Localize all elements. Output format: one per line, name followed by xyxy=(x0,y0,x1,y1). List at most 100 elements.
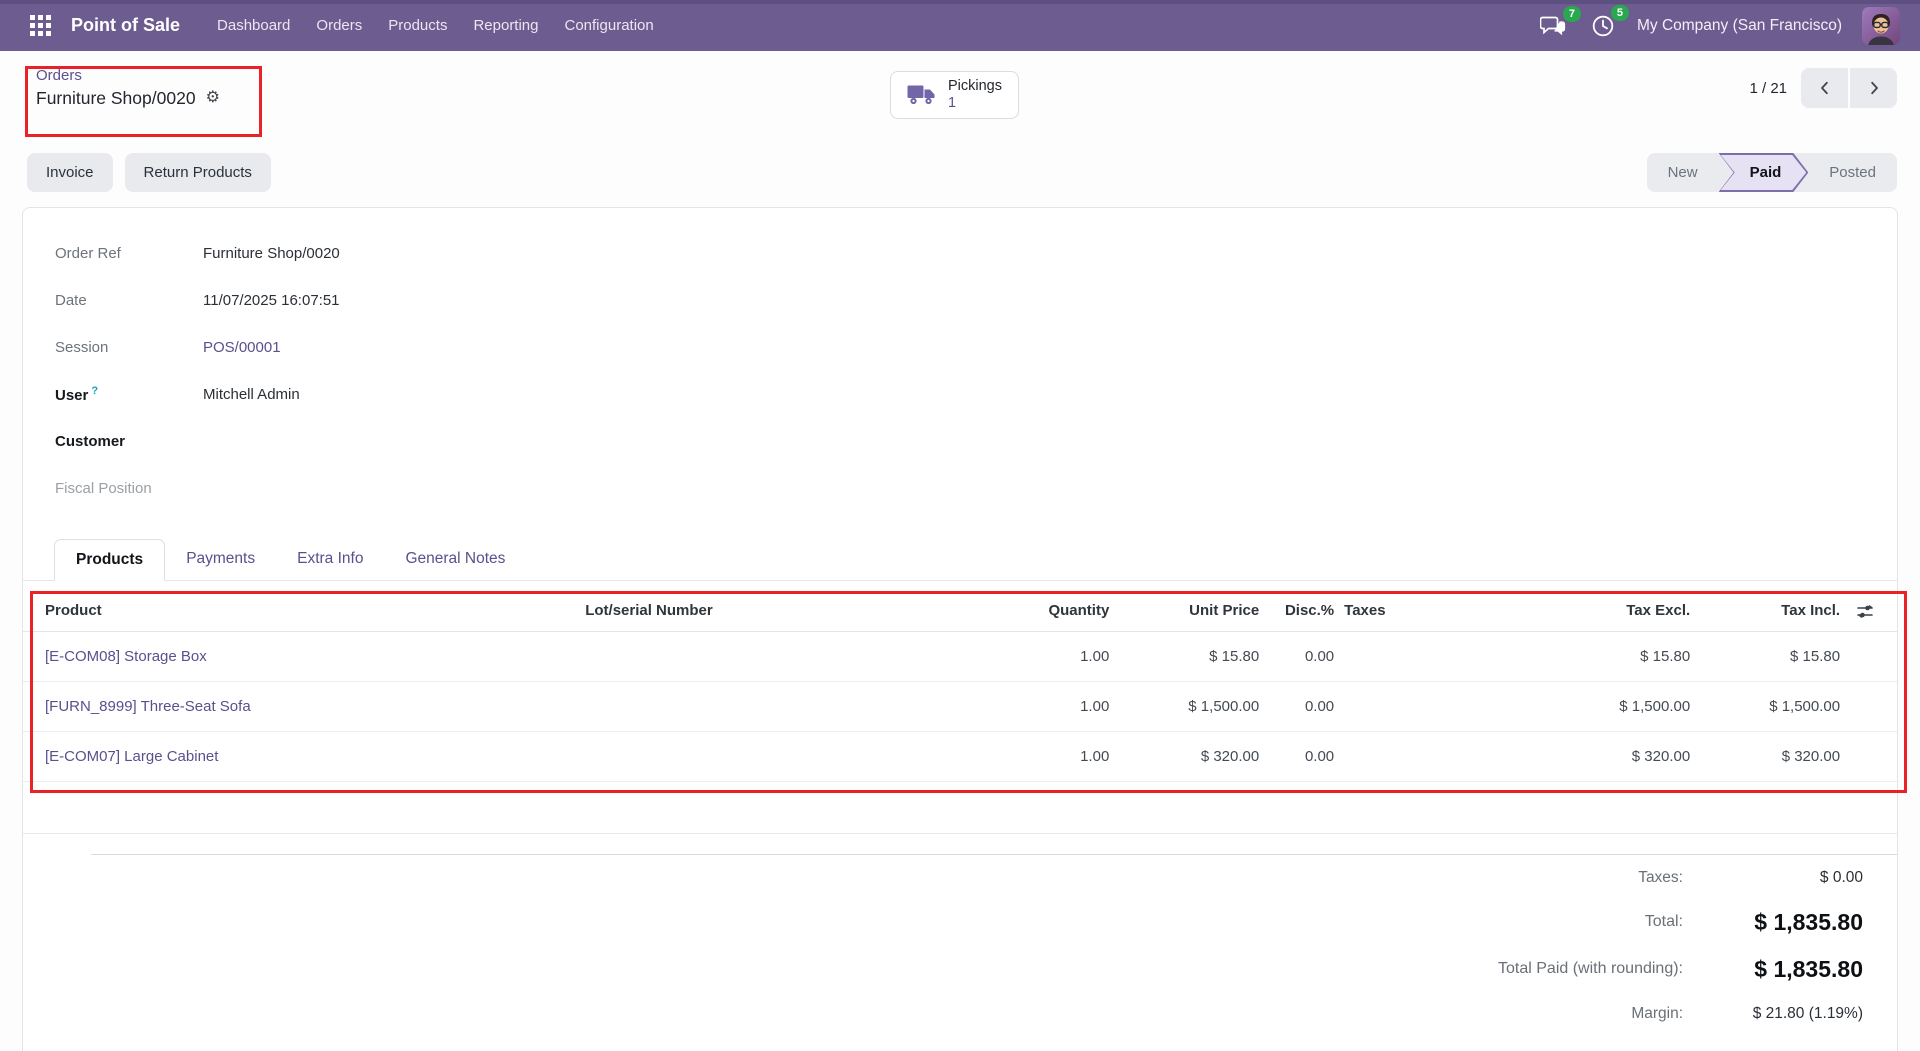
status-paid[interactable]: Paid xyxy=(1719,153,1809,192)
cell-tax-excl: $ 320.00 xyxy=(1550,731,1700,781)
field-user-label: User? xyxy=(55,385,203,404)
table-header-row: Product Lot/serial Number Quantity Unit … xyxy=(23,591,1897,631)
col-lot-serial: Lot/serial Number xyxy=(585,591,979,631)
pager-buttons xyxy=(1801,68,1897,108)
cell-taxes xyxy=(1344,731,1550,781)
status-new[interactable]: New xyxy=(1647,153,1719,192)
pager-previous-button[interactable] xyxy=(1801,68,1848,108)
col-quantity: Quantity xyxy=(979,591,1120,631)
col-tax-excl: Tax Excl. xyxy=(1550,591,1700,631)
cell-options xyxy=(1850,631,1897,681)
user-avatar[interactable] xyxy=(1862,7,1900,45)
status-paid-label: Paid xyxy=(1750,164,1782,181)
field-session: Session POS/00001 xyxy=(23,324,1897,371)
apps-grid-icon xyxy=(30,15,51,36)
cell-tax-incl: $ 15.80 xyxy=(1700,631,1850,681)
field-order-ref-label: Order Ref xyxy=(55,245,203,262)
notebook-tabs: Products Payments Extra Info General Not… xyxy=(23,538,1897,581)
gear-icon[interactable]: ⚙ xyxy=(206,90,220,106)
field-session-label: Session xyxy=(55,339,203,356)
col-unit-price: Unit Price xyxy=(1119,591,1269,631)
cell-options xyxy=(1850,681,1897,731)
chevron-right-icon xyxy=(1865,79,1883,97)
product-link[interactable]: [FURN_8999] Three-Seat Sofa xyxy=(45,698,251,715)
totals-margin: Margin: $ 21.80 (1.19%) xyxy=(23,993,1863,1035)
optional-columns-button[interactable] xyxy=(1856,603,1875,620)
cell-quantity: 1.00 xyxy=(979,681,1120,731)
company-switcher[interactable]: My Company (San Francisco) xyxy=(1637,17,1842,35)
pickings-count: 1 xyxy=(948,95,1002,112)
products-table: Product Lot/serial Number Quantity Unit … xyxy=(23,591,1897,782)
totals-margin-label: Margin: xyxy=(1631,1005,1683,1023)
col-product: Product xyxy=(23,591,585,631)
cell-options xyxy=(1850,731,1897,781)
nav-dashboard[interactable]: Dashboard xyxy=(204,17,303,34)
cell-tax-incl: $ 320.00 xyxy=(1700,731,1850,781)
cell-taxes xyxy=(1344,631,1550,681)
nav-orders[interactable]: Orders xyxy=(303,17,375,34)
nav-reporting[interactable]: Reporting xyxy=(460,17,551,34)
nav-products[interactable]: Products xyxy=(375,17,460,34)
cell-lot xyxy=(585,631,979,681)
breadcrumb-orders-link[interactable]: Orders xyxy=(36,66,220,86)
top-navbar: Point of Sale Dashboard Orders Products … xyxy=(0,0,1920,51)
messages-button[interactable]: 7 xyxy=(1538,13,1569,39)
field-order-ref-value: Furniture Shop/0020 xyxy=(203,245,340,262)
activities-button[interactable]: 5 xyxy=(1589,12,1617,40)
order-form-sheet: Order Ref Furniture Shop/0020 Date 11/07… xyxy=(22,207,1898,1051)
field-date-label: Date xyxy=(55,292,203,309)
field-session-value[interactable]: POS/00001 xyxy=(203,339,281,356)
col-tax-incl: Tax Incl. xyxy=(1700,591,1850,631)
field-date-value: 11/07/2025 16:07:51 xyxy=(203,292,340,309)
cell-lot xyxy=(585,681,979,731)
tab-payments[interactable]: Payments xyxy=(165,538,276,580)
apps-menu-button[interactable] xyxy=(26,11,55,40)
totals-total: Total: $ 1,835.80 xyxy=(23,899,1863,946)
cell-unit-price: $ 15.80 xyxy=(1119,631,1269,681)
table-empty-row xyxy=(23,782,1897,834)
totals-paid-value: $ 1,835.80 xyxy=(1683,956,1863,983)
product-link[interactable]: [E-COM08] Storage Box xyxy=(45,648,207,665)
truck-icon xyxy=(907,84,937,106)
cell-disc: 0.00 xyxy=(1269,731,1344,781)
field-customer: Customer xyxy=(23,418,1897,465)
page-title: Furniture Shop/0020 xyxy=(36,88,196,109)
status-posted[interactable]: Posted xyxy=(1808,153,1897,192)
cell-unit-price: $ 320.00 xyxy=(1119,731,1269,781)
totals-taxes-label: Taxes: xyxy=(1638,869,1683,887)
table-row[interactable]: [E-COM08] Storage Box 1.00 $ 15.80 0.00 … xyxy=(23,631,1897,681)
tab-products[interactable]: Products xyxy=(54,539,165,581)
cell-product: [FURN_8999] Three-Seat Sofa xyxy=(23,681,585,731)
return-products-button[interactable]: Return Products xyxy=(125,153,271,192)
cell-disc: 0.00 xyxy=(1269,681,1344,731)
chevron-left-icon xyxy=(1816,79,1834,97)
cell-product: [E-COM08] Storage Box xyxy=(23,631,585,681)
nav-configuration[interactable]: Configuration xyxy=(552,17,667,34)
pickings-label: Pickings xyxy=(948,78,1002,95)
cell-disc: 0.00 xyxy=(1269,631,1344,681)
field-order-ref: Order Ref Furniture Shop/0020 xyxy=(23,230,1897,277)
table-row[interactable]: [E-COM07] Large Cabinet 1.00 $ 320.00 0.… xyxy=(23,731,1897,781)
totals-total-value: $ 1,835.80 xyxy=(1683,909,1863,936)
totals-paid-label: Total Paid (with rounding): xyxy=(1498,960,1683,978)
tab-general-notes[interactable]: General Notes xyxy=(384,538,526,580)
chat-bubbles-icon xyxy=(1540,15,1567,37)
totals-paid: Total Paid (with rounding): $ 1,835.80 xyxy=(23,946,1863,993)
pickings-smart-button[interactable]: Pickings 1 xyxy=(890,71,1019,119)
app-title[interactable]: Point of Sale xyxy=(71,15,180,36)
sliders-icon xyxy=(1856,603,1875,620)
field-user-value: Mitchell Admin xyxy=(203,386,300,403)
main-menu: Dashboard Orders Products Reporting Conf… xyxy=(204,0,667,51)
table-row[interactable]: [FURN_8999] Three-Seat Sofa 1.00 $ 1,500… xyxy=(23,681,1897,731)
invoice-button[interactable]: Invoice xyxy=(27,153,113,192)
pager-value[interactable]: 1 / 21 xyxy=(1749,80,1787,97)
cell-tax-incl: $ 1,500.00 xyxy=(1700,681,1850,731)
product-link[interactable]: [E-COM07] Large Cabinet xyxy=(45,748,218,765)
col-disc: Disc.% xyxy=(1269,591,1344,631)
field-fiscal-position-label: Fiscal Position xyxy=(55,480,203,497)
tab-extra-info[interactable]: Extra Info xyxy=(276,538,384,580)
totals-total-label: Total: xyxy=(1645,913,1683,931)
pager-next-button[interactable] xyxy=(1850,68,1897,108)
pickings-text: Pickings 1 xyxy=(948,78,1002,113)
help-icon: ? xyxy=(91,385,98,397)
